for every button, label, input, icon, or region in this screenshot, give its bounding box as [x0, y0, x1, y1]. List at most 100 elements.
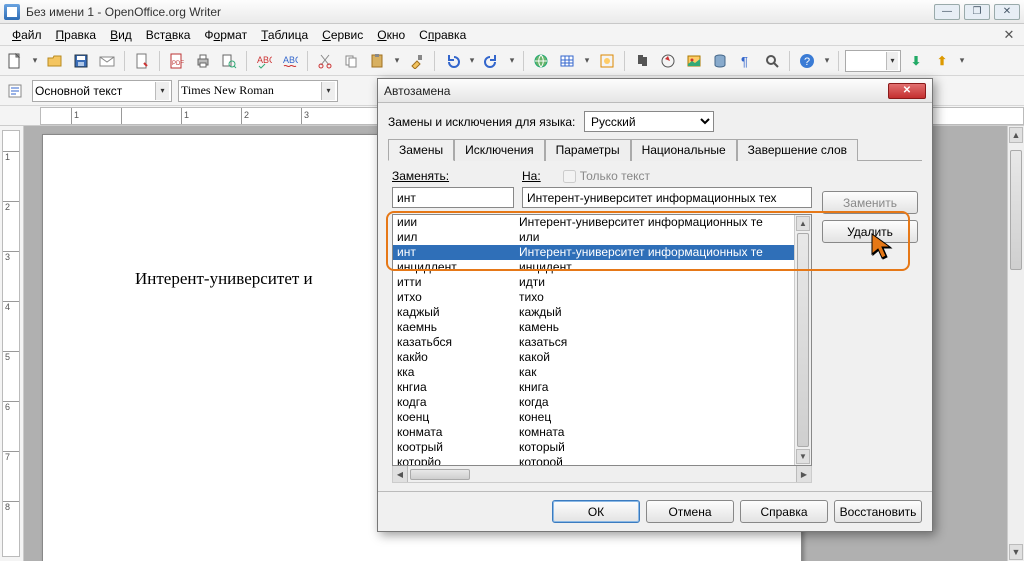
reset-button[interactable]: Восстановить	[834, 500, 922, 523]
tab-2[interactable]: Параметры	[545, 139, 631, 161]
menu-Файл[interactable]: Файл	[6, 26, 48, 44]
menu-Вид[interactable]: Вид	[104, 26, 138, 44]
list-item[interactable]: каджыйкаждый	[393, 305, 794, 320]
chevron-down-icon[interactable]: ▾	[321, 82, 335, 100]
undo-dropdown[interactable]: ▾	[467, 50, 477, 72]
close-document-button[interactable]: ✕	[1000, 27, 1018, 43]
list-item[interactable]: ккакак	[393, 365, 794, 380]
print-icon[interactable]	[192, 50, 214, 72]
menu-Правка[interactable]: Правка	[50, 26, 103, 44]
undo-icon[interactable]	[441, 50, 463, 72]
replace-input[interactable]	[392, 187, 514, 208]
export-pdf-icon[interactable]: PDF	[166, 50, 188, 72]
ok-button[interactable]: ОК	[552, 500, 640, 523]
vertical-ruler[interactable]: 12345678	[0, 126, 24, 561]
dialog-close-button[interactable]: ✕	[888, 83, 926, 99]
paste-icon[interactable]	[366, 50, 388, 72]
menu-Окно[interactable]: Окно	[371, 26, 411, 44]
list-item[interactable]: инцидлентинцидент	[393, 260, 794, 275]
open-icon[interactable]	[44, 50, 66, 72]
list-item[interactable]: интИнтерент-университет информационных т…	[393, 245, 794, 260]
only-text-checkbox[interactable]: Только текст	[563, 169, 650, 183]
scroll-down-icon[interactable]: ▼	[796, 449, 810, 464]
gallery-icon[interactable]	[683, 50, 705, 72]
list-item[interactable]: казатьбсяказаться	[393, 335, 794, 350]
with-input[interactable]	[522, 187, 812, 208]
zoom-combo[interactable]: ▾	[845, 50, 901, 72]
zoom-icon[interactable]	[761, 50, 783, 72]
list-item[interactable]: итхотихо	[393, 290, 794, 305]
menu-Сервис[interactable]: Сервис	[316, 26, 369, 44]
copy-icon[interactable]	[340, 50, 362, 72]
help-button[interactable]: Справка	[740, 500, 828, 523]
auto-spellcheck-icon[interactable]: ABC	[279, 50, 301, 72]
datasources-icon[interactable]	[709, 50, 731, 72]
list-item[interactable]: коотрыйкоторый	[393, 440, 794, 455]
chevron-down-icon[interactable]: ▾	[155, 82, 169, 100]
new-doc-icon[interactable]	[4, 50, 26, 72]
paste-dropdown[interactable]: ▾	[392, 50, 402, 72]
save-icon[interactable]	[70, 50, 92, 72]
list-hscrollbar[interactable]: ◀ ▶	[392, 466, 812, 483]
menu-Формат[interactable]: Формат	[198, 26, 253, 44]
menu-Справка[interactable]: Справка	[413, 26, 472, 44]
menu-Таблица[interactable]: Таблица	[255, 26, 314, 44]
dialog-titlebar[interactable]: Автозамена ✕	[378, 79, 932, 103]
styles-window-icon[interactable]	[4, 80, 26, 102]
toolbar-overflow[interactable]: ▾	[822, 50, 832, 72]
language-select[interactable]: Русский	[584, 111, 714, 132]
scroll-thumb[interactable]	[797, 233, 809, 447]
replace-button[interactable]: Заменить	[822, 191, 918, 214]
only-text-input[interactable]	[563, 170, 576, 183]
list-item[interactable]: какйокакой	[393, 350, 794, 365]
delete-button[interactable]: Удалить	[822, 220, 918, 243]
font-name-input[interactable]	[181, 82, 319, 100]
menu-Вставка[interactable]: Вставка	[140, 26, 197, 44]
hyperlink-icon[interactable]	[530, 50, 552, 72]
scroll-down-icon[interactable]: ▼	[1009, 544, 1023, 560]
find-icon[interactable]	[631, 50, 653, 72]
scroll-left-icon[interactable]: ◀	[393, 466, 408, 482]
list-item[interactable]: кодгакогда	[393, 395, 794, 410]
table-icon[interactable]	[556, 50, 578, 72]
show-draw-icon[interactable]	[596, 50, 618, 72]
tab-1[interactable]: Исключения	[454, 139, 545, 161]
spellcheck-icon[interactable]: ABC	[253, 50, 275, 72]
list-item[interactable]: конматакомната	[393, 425, 794, 440]
print-preview-icon[interactable]	[218, 50, 240, 72]
cancel-button[interactable]: Отмена	[646, 500, 734, 523]
scroll-thumb[interactable]	[410, 469, 470, 480]
redo-dropdown[interactable]: ▾	[507, 50, 517, 72]
font-name-combo[interactable]: ▾	[178, 80, 338, 102]
list-item[interactable]: иилили	[393, 230, 794, 245]
tab-4[interactable]: Завершение слов	[737, 139, 858, 161]
edit-doc-icon[interactable]	[131, 50, 153, 72]
cut-icon[interactable]	[314, 50, 336, 72]
list-item[interactable]: иииИнтерент-университет информационных т…	[393, 215, 794, 230]
help-icon[interactable]: ?	[796, 50, 818, 72]
toolbar-overflow-2[interactable]: ▾	[957, 50, 967, 72]
new-doc-dropdown[interactable]: ▾	[30, 50, 40, 72]
nonprinting-icon[interactable]: ¶	[735, 50, 757, 72]
minimize-button[interactable]: —	[934, 4, 960, 20]
scroll-thumb[interactable]	[1010, 150, 1022, 270]
list-item[interactable]: коенцконец	[393, 410, 794, 425]
paragraph-style-combo[interactable]: ▾	[32, 80, 172, 102]
replacements-list[interactable]: иииИнтерент-университет информационных т…	[392, 214, 812, 466]
scroll-right-icon[interactable]: ▶	[796, 466, 811, 482]
list-item[interactable]: кнгиакнига	[393, 380, 794, 395]
list-item[interactable]: которйокоторой	[393, 455, 794, 465]
nav-prev-icon[interactable]: ⬇	[905, 50, 927, 72]
redo-icon[interactable]	[481, 50, 503, 72]
tab-3[interactable]: Национальные	[631, 139, 737, 161]
navigator-icon[interactable]	[657, 50, 679, 72]
tab-0[interactable]: Замены	[388, 139, 454, 161]
maximize-button[interactable]: ❐	[964, 4, 990, 20]
email-icon[interactable]	[96, 50, 118, 72]
close-button[interactable]: ✕	[994, 4, 1020, 20]
document-body-text[interactable]: Интерент-университет и	[135, 269, 313, 289]
paragraph-style-input[interactable]	[35, 82, 153, 100]
format-paintbrush-icon[interactable]	[406, 50, 428, 72]
scroll-up-icon[interactable]: ▲	[796, 216, 810, 231]
table-dropdown[interactable]: ▾	[582, 50, 592, 72]
